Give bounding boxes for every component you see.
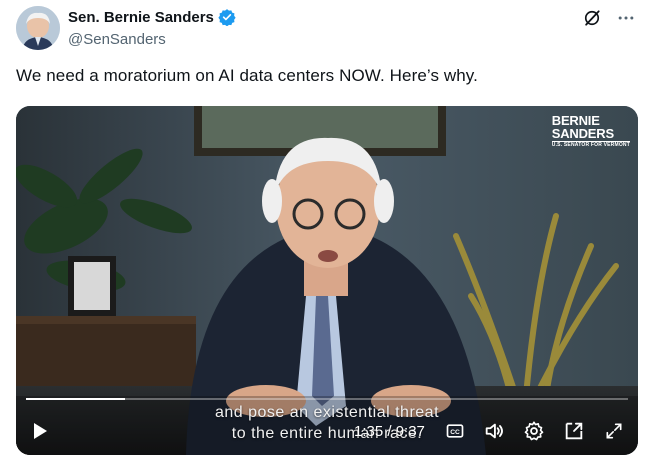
- author-handle[interactable]: @SenSanders: [68, 31, 166, 48]
- pip-button[interactable]: [563, 420, 585, 442]
- picture-in-picture-icon: [565, 422, 583, 440]
- volume-button[interactable]: [483, 420, 505, 442]
- play-icon: [34, 423, 47, 439]
- verified-badge-icon[interactable]: [218, 8, 236, 27]
- logo-line2: SANDERS: [551, 126, 614, 141]
- grok-icon[interactable]: [582, 8, 602, 28]
- closed-captions-icon: CC: [446, 424, 464, 438]
- settings-button[interactable]: [523, 420, 545, 442]
- video-time: 1:35 / 9:37: [354, 423, 425, 440]
- video-progress-bar[interactable]: [26, 398, 628, 400]
- author-display-name[interactable]: Sen. Bernie Sanders: [68, 9, 214, 26]
- fullscreen-button[interactable]: [603, 420, 625, 442]
- svg-text:CC: CC: [450, 429, 460, 436]
- bernie-sanders-logo: BERNIE SANDERS U.S. SENATOR FOR VERMONT: [551, 114, 630, 148]
- avatar[interactable]: [16, 6, 60, 50]
- video-progress-fill: [26, 398, 126, 400]
- video-player[interactable]: BERNIE SANDERS U.S. SENATOR FOR VERMONT …: [16, 106, 638, 455]
- gear-icon: [524, 421, 544, 441]
- logo-subtitle: U.S. SENATOR FOR VERMONT: [551, 141, 630, 148]
- fullscreen-icon: [606, 423, 622, 439]
- captions-button[interactable]: CC: [444, 420, 466, 442]
- tweet-text: We need a moratorium on AI data centers …: [16, 66, 478, 85]
- volume-icon: [485, 423, 503, 439]
- more-options-icon[interactable]: [616, 8, 636, 28]
- play-button[interactable]: [30, 421, 50, 441]
- author-name-row: Sen. Bernie Sanders: [68, 8, 236, 27]
- tweet-actions: [582, 8, 636, 28]
